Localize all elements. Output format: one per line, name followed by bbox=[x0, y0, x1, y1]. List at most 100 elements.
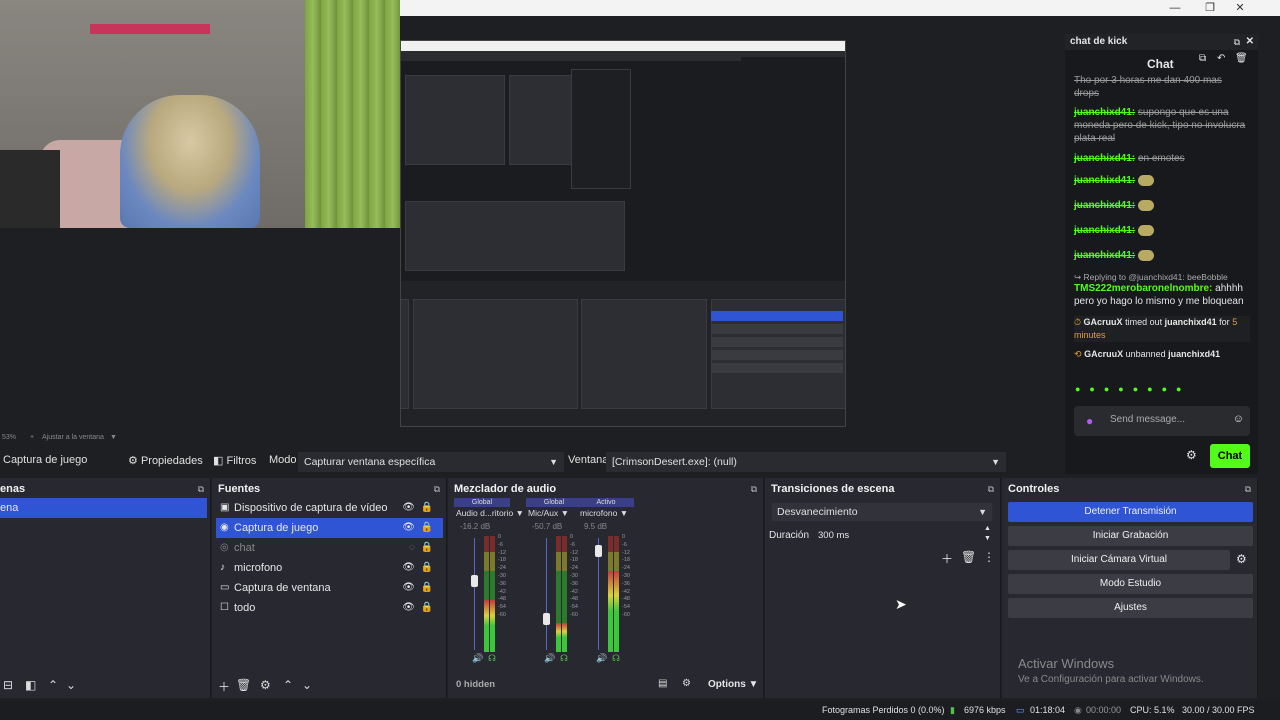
settings-button[interactable]: Ajustes bbox=[1008, 598, 1253, 618]
duration-label: Duración bbox=[769, 530, 810, 541]
speaker-icon[interactable]: 🔊 bbox=[544, 653, 555, 664]
filter-icon[interactable]: ◧ bbox=[25, 678, 36, 692]
mixer-layout-icon[interactable]: ▤ bbox=[658, 678, 667, 689]
lock-icon[interactable]: 🔒 bbox=[421, 558, 433, 578]
trash-icon[interactable]: 🗑 bbox=[1235, 53, 1248, 64]
arrow-down-icon[interactable]: ⌄ bbox=[302, 678, 312, 692]
undo-icon[interactable]: ↶ bbox=[1217, 53, 1225, 64]
trash-icon[interactable]: 🗑 bbox=[236, 678, 251, 692]
source-item-video-capture[interactable]: ▣ Dispositivo de captura de vídeo 👁 🔒 bbox=[216, 498, 443, 518]
filter-icon: ◧ bbox=[213, 455, 224, 467]
stop-stream-button[interactable]: Detener Transmisión bbox=[1008, 502, 1253, 522]
chevron-down-icon[interactable]: ▼ bbox=[110, 434, 117, 441]
mixer-options-button[interactable]: Options ▼ bbox=[708, 679, 758, 690]
eye-hidden-icon[interactable]: ◌ bbox=[409, 538, 415, 558]
start-recording-button[interactable]: Iniciar Grabación bbox=[1008, 526, 1253, 546]
channel-name[interactable]: Audio d...ritorio ▼ bbox=[456, 508, 524, 518]
minimize-button[interactable]: — bbox=[1163, 0, 1187, 16]
speaker-icon[interactable]: 🔊 bbox=[596, 653, 607, 664]
stepper-up-icon[interactable]: ▲ bbox=[984, 525, 991, 532]
maximize-button[interactable]: ❐ bbox=[1198, 0, 1222, 16]
gear-icon[interactable]: ⚙ bbox=[260, 678, 271, 692]
headphones-icon[interactable]: ☊ bbox=[488, 653, 496, 664]
window-select[interactable]: [CrimsonDesert.exe]: (null) ▼ bbox=[606, 452, 1006, 472]
scenes-title: enas bbox=[0, 483, 26, 495]
gear-icon[interactable]: ⚙ bbox=[1186, 448, 1197, 462]
pin-icon[interactable]: ⧉ bbox=[1199, 53, 1206, 64]
popout-icon[interactable]: ⧉ bbox=[1245, 480, 1251, 498]
arrow-down-icon[interactable]: ⌄ bbox=[66, 678, 76, 692]
stepper-down-icon[interactable]: ▼ bbox=[984, 535, 991, 542]
moderation-message: ⏱ GAcruuX timed out juanchixd41 for 5 mi… bbox=[1074, 316, 1250, 342]
eye-icon[interactable]: 👁 bbox=[402, 558, 415, 578]
source-item-chat[interactable]: ◎ chat ◌ 🔒 bbox=[216, 538, 443, 558]
duration-input[interactable]: 300 ms bbox=[813, 526, 993, 546]
channel-name[interactable]: Mic/Aux ▼ bbox=[528, 508, 569, 518]
chat-message: TMS222merobaronelnombre: ahhhh pero yo h… bbox=[1074, 283, 1244, 307]
virtual-camera-button[interactable]: Iniciar Cámara Virtual bbox=[1008, 550, 1230, 570]
mixer-hidden-count[interactable]: 0 hidden bbox=[456, 679, 495, 690]
channel-name[interactable]: microfono ▼ bbox=[580, 508, 628, 518]
lock-icon[interactable]: 🔒 bbox=[421, 538, 433, 558]
zoom-fit-label[interactable]: Ajustar a la ventana bbox=[42, 434, 104, 441]
volume-fader-track[interactable] bbox=[474, 538, 475, 650]
scene-item-selected[interactable]: ena bbox=[0, 498, 207, 518]
gear-icon[interactable]: ⚙ bbox=[682, 678, 691, 689]
mode-select[interactable]: Capturar ventana específica ▼ bbox=[298, 452, 564, 472]
gamepad-icon: ◉ bbox=[220, 522, 229, 533]
mixer-channel: Activo microfono ▼ 9.5 dB 0 -6 -12 -18 -24 -30 -3… bbox=[578, 498, 634, 663]
popout-icon[interactable]: ⧉ bbox=[1234, 34, 1240, 50]
popout-icon[interactable]: ⧉ bbox=[434, 480, 440, 498]
emoji-icon[interactable]: ☺ bbox=[1233, 413, 1244, 425]
zoom-level[interactable]: 53% bbox=[2, 434, 16, 441]
eye-icon[interactable]: 👁 bbox=[402, 498, 415, 518]
delete-icon[interactable]: ⊟ bbox=[3, 678, 13, 692]
volume-fader-knob[interactable] bbox=[543, 613, 550, 625]
studio-mode-button[interactable]: Modo Estudio bbox=[1008, 574, 1253, 594]
source-item-todo[interactable]: ☐ todo 👁 🔒 bbox=[216, 598, 443, 618]
source-item-game-capture[interactable]: ◉ Captura de juego 👁 🔒 bbox=[216, 518, 443, 538]
eye-icon[interactable]: 👁 bbox=[402, 518, 415, 538]
volume-fader-track[interactable] bbox=[546, 538, 547, 650]
close-button[interactable]: ✕ bbox=[1228, 0, 1252, 16]
headphones-icon[interactable]: ☊ bbox=[560, 653, 568, 664]
popout-icon[interactable]: ⧉ bbox=[198, 480, 204, 498]
emote-bar[interactable]: ●●●●●●●● bbox=[1075, 384, 1251, 398]
transitions-dock: Transiciones de escena ⧉ Desvanecimiento ▼… bbox=[765, 478, 1001, 698]
more-options-icon[interactable]: ⋮ bbox=[983, 550, 995, 564]
lock-icon[interactable]: 🔒 bbox=[421, 518, 433, 538]
volume-fader-knob[interactable] bbox=[471, 575, 478, 587]
eye-icon[interactable]: 👁 bbox=[402, 578, 415, 598]
volume-fader-knob[interactable] bbox=[595, 545, 602, 557]
chat-send-button[interactable]: Chat bbox=[1210, 444, 1250, 468]
level-meter-fill bbox=[484, 600, 489, 652]
popout-icon[interactable]: ⧉ bbox=[751, 480, 757, 498]
speaker-icon[interactable]: 🔊 bbox=[472, 653, 483, 664]
scenes-dock: enas ⧉ ena ⊟ ◧ ⌃ ⌄ bbox=[0, 478, 211, 698]
close-icon[interactable]: ✕ bbox=[1246, 34, 1254, 50]
message-input[interactable]: ● Send message... ☺ bbox=[1074, 406, 1250, 436]
microphone-icon: ♪ bbox=[220, 562, 225, 573]
popout-icon[interactable]: ⧉ bbox=[988, 480, 994, 498]
arrow-up-icon[interactable]: ⌃ bbox=[48, 678, 58, 692]
trash-icon[interactable]: 🗑 bbox=[961, 550, 976, 564]
headphones-icon[interactable]: ☊ bbox=[612, 653, 620, 664]
properties-button[interactable]: ⚙ Propiedades bbox=[128, 454, 203, 467]
transition-select[interactable]: Desvanecimiento ▼ bbox=[771, 502, 993, 522]
eye-icon[interactable]: 👁 bbox=[402, 598, 415, 618]
microphone-icon[interactable]: ● bbox=[1086, 414, 1093, 428]
lock-icon[interactable]: 🔒 bbox=[421, 498, 433, 518]
gear-icon[interactable]: ⚙ bbox=[1236, 552, 1247, 566]
clock-icon: ⏱ bbox=[1074, 317, 1082, 327]
chat-dock-title: chat de kick bbox=[1070, 36, 1128, 47]
unban-icon: ⟲ bbox=[1074, 349, 1082, 359]
lock-icon[interactable]: 🔒 bbox=[421, 578, 433, 598]
arrow-up-icon[interactable]: ⌃ bbox=[283, 678, 293, 692]
filters-button[interactable]: ◧ Filtros bbox=[213, 454, 256, 467]
source-item-window-capture[interactable]: ▭ Captura de ventana 👁 🔒 bbox=[216, 578, 443, 598]
lock-icon[interactable]: 🔒 bbox=[421, 598, 433, 618]
source-item-microphone[interactable]: ♪ microfono 👁 🔒 bbox=[216, 558, 443, 578]
level-meter-fill bbox=[490, 600, 495, 652]
add-icon[interactable]: ＋ bbox=[218, 678, 230, 695]
add-icon[interactable]: ＋ bbox=[941, 550, 953, 567]
